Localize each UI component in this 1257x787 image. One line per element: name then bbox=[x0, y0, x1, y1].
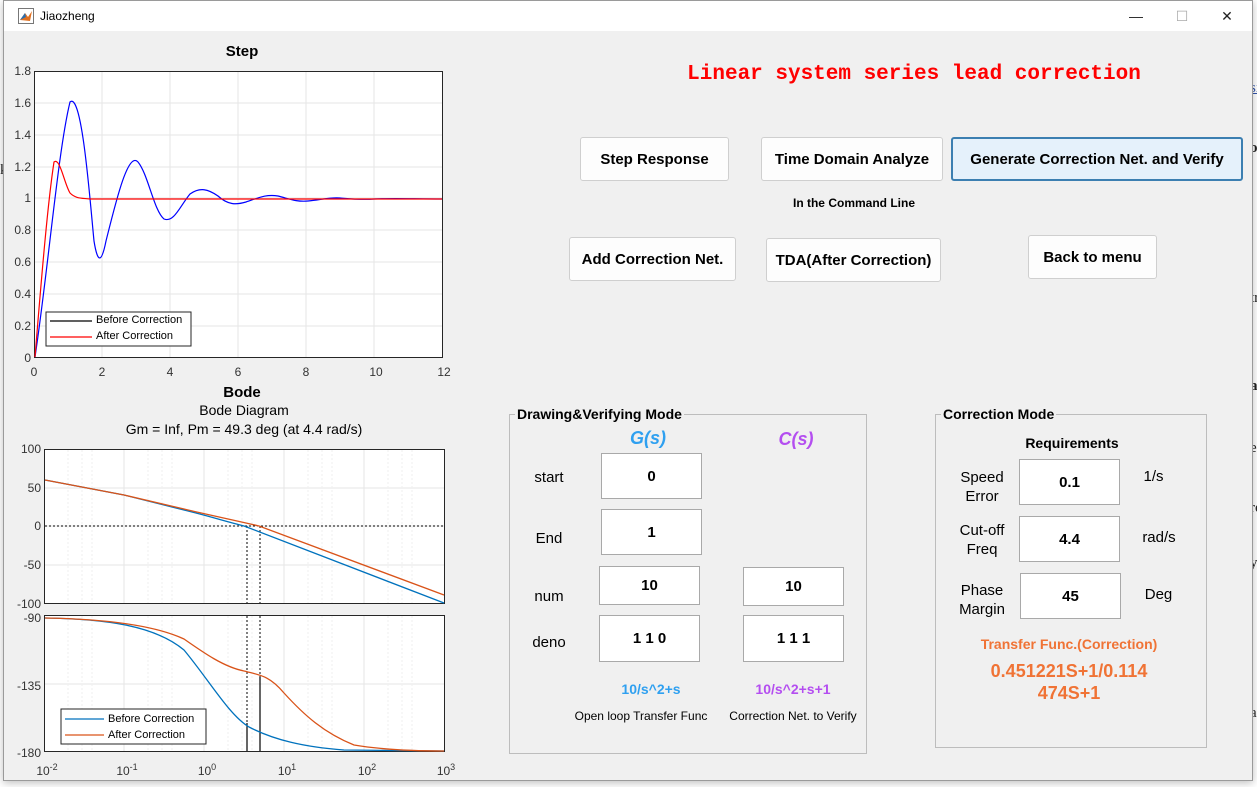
step-y-tick: 0.2 bbox=[14, 319, 31, 333]
start-label: start bbox=[534, 469, 564, 486]
bode-phase-axes[interactable] bbox=[44, 615, 446, 753]
bode-x-tick: 102 bbox=[357, 762, 377, 778]
time-domain-analyze-button[interactable]: Time Domain Analyze bbox=[761, 137, 943, 181]
c-num-input[interactable]: 10 bbox=[743, 567, 844, 606]
step-x-tick: 4 bbox=[166, 365, 174, 379]
bode-phase-tick: -180 bbox=[16, 746, 41, 760]
c-transfer-function: 10/s^2+s+1 bbox=[755, 681, 831, 697]
bode-legend-before-label: Before Correction bbox=[108, 713, 195, 725]
step-y-tick: 1 bbox=[24, 191, 31, 205]
bode-phase-tick: -135 bbox=[16, 679, 41, 693]
start-input[interactable]: 0 bbox=[601, 453, 702, 499]
step-plot-title: Step bbox=[225, 43, 259, 60]
phase-margin-unit: Deg bbox=[1144, 586, 1173, 603]
bode-margins-text: Gm = Inf, Pm = 49.3 deg (at 4.4 rad/s) bbox=[125, 421, 363, 437]
back-to-menu-button[interactable]: Back to menu bbox=[1028, 235, 1157, 279]
end-input[interactable]: 1 bbox=[601, 509, 702, 555]
requirements-heading: Requirements bbox=[1025, 435, 1119, 451]
correction-result-line-1: 0.451221S+1/0.114 bbox=[990, 661, 1148, 681]
step-y-tick: 1.8 bbox=[14, 64, 31, 78]
step-y-tick: 1.2 bbox=[14, 160, 31, 174]
bode-magnitude-axes[interactable] bbox=[44, 449, 446, 605]
bode-x-tick: 101 bbox=[277, 762, 297, 778]
maximize-button[interactable]: ☐ bbox=[1159, 1, 1205, 31]
step-response-button[interactable]: Step Response bbox=[580, 137, 729, 181]
correction-net-caption: Correction Net. to Verify bbox=[729, 709, 857, 723]
title-bar[interactable]: Jiaozheng — ☐ ✕ bbox=[4, 1, 1252, 31]
matlab-app-icon bbox=[18, 8, 34, 24]
bode-diagram-subtitle: Bode Diagram bbox=[199, 402, 289, 418]
step-x-tick: 0 bbox=[30, 365, 38, 379]
g-deno-input[interactable]: 1 1 0 bbox=[599, 615, 700, 662]
step-y-tick: 1.6 bbox=[14, 96, 31, 110]
open-loop-caption: Open loop Transfer Func bbox=[574, 709, 708, 723]
bode-x-tick: 100 bbox=[197, 762, 217, 778]
bode-x-tick: 10-2 bbox=[36, 762, 58, 778]
correction-result-line-2: 474S+1 bbox=[1037, 683, 1101, 703]
window-title: Jiaozheng bbox=[40, 9, 95, 23]
tda-after-correction-button[interactable]: TDA(After Correction) bbox=[766, 238, 941, 282]
phase-margin-input[interactable]: 45 bbox=[1020, 573, 1121, 619]
step-y-tick: 0.6 bbox=[14, 255, 31, 269]
speed-error-label: Speed Error bbox=[960, 469, 1004, 505]
app-window: Jiaozheng — ☐ ✕ Step Before Correction A… bbox=[3, 0, 1253, 781]
minimize-button[interactable]: — bbox=[1113, 1, 1159, 31]
drawing-panel-title: Drawing&Verifying Mode bbox=[515, 406, 684, 422]
c-s-header: C(s) bbox=[778, 429, 814, 449]
step-x-tick: 10 bbox=[369, 365, 383, 379]
g-s-header: G(s) bbox=[630, 428, 666, 448]
c-deno-input[interactable]: 1 1 1 bbox=[743, 615, 844, 662]
end-label: End bbox=[535, 530, 563, 547]
command-line-note: In the Command Line bbox=[792, 196, 915, 210]
bode-x-tick: 10-1 bbox=[116, 762, 138, 778]
add-correction-net-button[interactable]: Add Correction Net. bbox=[569, 237, 736, 281]
step-x-tick: 6 bbox=[234, 365, 242, 379]
step-y-tick: 0.4 bbox=[14, 287, 31, 301]
bode-mag-tick: -100 bbox=[16, 597, 41, 611]
bode-x-tick: 103 bbox=[436, 762, 456, 778]
cutoff-freq-unit: rad/s bbox=[1142, 529, 1176, 546]
generate-correction-verify-button[interactable]: Generate Correction Net. and Verify bbox=[951, 137, 1243, 181]
step-y-tick: 0.8 bbox=[14, 223, 31, 237]
bode-phase-tick: -90 bbox=[23, 611, 41, 625]
g-transfer-function: 10/s^2+s bbox=[621, 681, 681, 697]
app-content: Step Before Correction After Correction bbox=[4, 31, 1252, 780]
bode-plot-title: Bode bbox=[223, 384, 261, 401]
step-x-tick: 2 bbox=[98, 365, 106, 379]
step-x-tick: 12 bbox=[437, 365, 451, 379]
deno-label: deno bbox=[532, 634, 566, 651]
step-y-tick: 1.4 bbox=[14, 128, 31, 142]
bode-legend-after-label: After Correction bbox=[108, 729, 186, 741]
speed-error-unit: 1/s bbox=[1143, 468, 1164, 485]
phase-margin-label: Phase Margin bbox=[959, 582, 1005, 618]
cutoff-freq-label: Cut-off Freq bbox=[959, 522, 1005, 558]
g-num-input[interactable]: 10 bbox=[599, 566, 700, 605]
num-label: num bbox=[534, 588, 564, 605]
step-x-tick: 8 bbox=[302, 365, 310, 379]
correction-result-title: Transfer Func.(Correction) bbox=[980, 636, 1158, 652]
bode-mag-tick: 100 bbox=[20, 442, 41, 456]
bode-mag-tick: 50 bbox=[27, 481, 41, 495]
speed-error-input[interactable]: 0.1 bbox=[1019, 459, 1120, 505]
correction-panel-title: Correction Mode bbox=[941, 406, 1057, 422]
cutoff-freq-input[interactable]: 4.4 bbox=[1019, 516, 1120, 562]
bode-mag-tick: 0 bbox=[34, 519, 41, 533]
step-y-tick: 0 bbox=[24, 351, 31, 365]
close-button[interactable]: ✕ bbox=[1204, 1, 1250, 31]
page-heading: Linear system series lead correction bbox=[687, 63, 1141, 86]
bode-mag-tick: -50 bbox=[23, 558, 41, 572]
step-legend-after-label: After Correction bbox=[96, 330, 174, 342]
step-legend-before-label: Before Correction bbox=[96, 314, 183, 326]
